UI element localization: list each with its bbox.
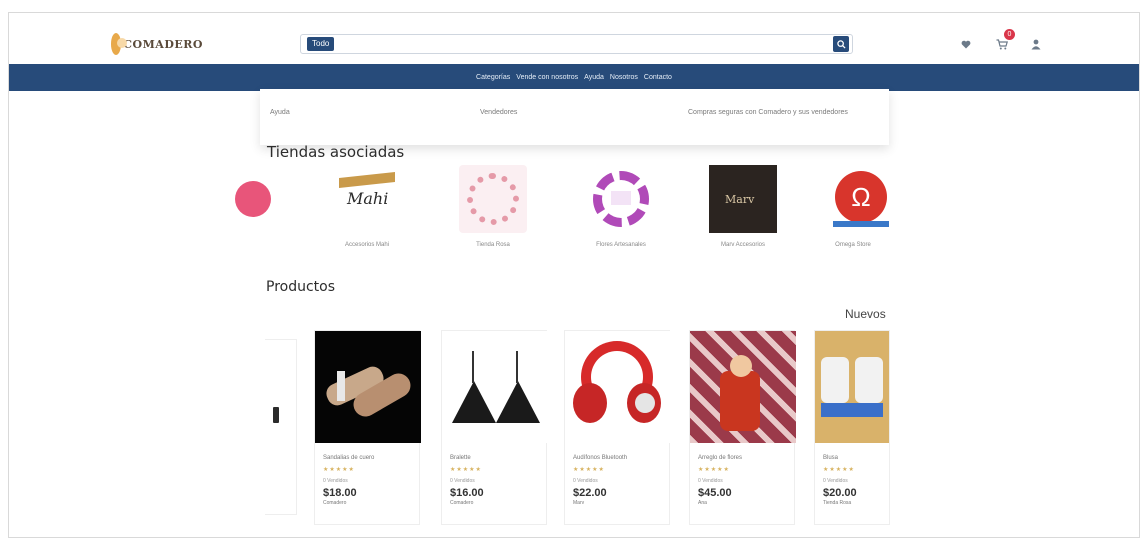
product-price: $20.00: [823, 487, 857, 499]
store-name: Accesorios Mahi: [344, 242, 389, 248]
product-card[interactable]: Audífonos Bluetooth ★★★★★ 0 Vendidos $22…: [564, 330, 671, 525]
browser-frame: COMADERO Todo 0 Categorías Vende con nos…: [8, 12, 1140, 538]
product-sold: 0 Vendidos: [698, 478, 723, 484]
product-rating: ★★★★★: [450, 467, 482, 473]
product-name: Audífonos Bluetooth: [573, 455, 628, 461]
product-rating: ★★★★★: [323, 467, 355, 473]
nav-item-nosotros[interactable]: Nosotros: [610, 74, 638, 81]
search-scope-select[interactable]: Todo: [307, 37, 335, 51]
store-logo: [587, 165, 655, 233]
product-price: $22.00: [573, 487, 607, 499]
product-image: [315, 331, 421, 443]
product-sold: 0 Vendidos: [323, 478, 348, 484]
stores-title: Tiendas asociadas: [267, 143, 405, 161]
cart-button[interactable]: 0: [995, 29, 1015, 51]
product-seller: Tienda Rosa: [823, 500, 852, 506]
product-price: $16.00: [450, 487, 484, 499]
product-card[interactable]: Arreglo de flores ★★★★★ 0 Vendidos $45.0…: [689, 330, 796, 525]
product-price: $18.00: [323, 487, 357, 499]
store-card[interactable]: Flores Artesanales: [579, 165, 663, 249]
product-name: Sandalias de cuero: [323, 455, 375, 461]
store-logo: Marv: [709, 165, 777, 233]
info-card-text-3: Compras seguras con Comadero y sus vende…: [688, 109, 848, 116]
store-card[interactable]: [229, 165, 277, 233]
products-title: Productos: [266, 279, 336, 295]
info-card: Ayuda Vendedores Compras seguras con Com…: [260, 89, 889, 145]
cart-icon: [996, 38, 1008, 49]
product-sold: 0 Vendidos: [823, 478, 848, 484]
product-seller: Comadero: [450, 500, 474, 506]
site-logo[interactable]: COMADERO: [111, 33, 203, 55]
store-logo: [229, 165, 277, 233]
search-input[interactable]: [334, 35, 833, 53]
product-card[interactable]: Bralette ★★★★★ 0 Vendidos $16.00 Comader…: [441, 330, 548, 525]
store-name: Marv Accesorios: [720, 242, 765, 248]
nav-item-contacto[interactable]: Contacto: [644, 74, 672, 81]
main-nav: Categorías Vende con nosotros Ayuda Noso…: [9, 64, 1139, 91]
product-image: [442, 331, 548, 443]
product-seller: Ana: [698, 500, 707, 506]
product-sold: 0 Vendidos: [573, 478, 598, 484]
search-bar: Todo: [300, 34, 853, 54]
store-name: Omega Store: [835, 242, 871, 248]
nav-item-categorias[interactable]: Categorías: [476, 74, 510, 81]
product-image: [565, 331, 671, 443]
store-name: Flores Artesanales: [596, 242, 646, 248]
info-card-text-2: Vendedores: [480, 109, 518, 116]
nav-item-ayuda[interactable]: Ayuda: [584, 74, 604, 81]
product-sold: 0 Vendidos: [450, 478, 475, 484]
product-card-partial[interactable]: [265, 339, 297, 529]
logo-text: COMADERO: [123, 37, 203, 51]
product-image: [690, 331, 796, 443]
store-card[interactable]: Mahi Accesorios Mahi: [325, 165, 409, 249]
store-name: Tienda Rosa: [476, 242, 510, 248]
product-card[interactable]: Sandalias de cuero ★★★★★ 0 Vendidos $18.…: [314, 330, 421, 525]
user-icon[interactable]: [1029, 37, 1043, 51]
site-header: COMADERO Todo 0: [9, 13, 1139, 63]
product-name: Bralette: [450, 455, 471, 461]
product-seller: Marv: [573, 500, 585, 506]
product-price: $45.00: [698, 487, 732, 499]
store-logo: [459, 165, 527, 233]
store-card[interactable]: Tienda Rosa: [451, 165, 535, 249]
product-rating: ★★★★★: [573, 467, 605, 473]
search-button[interactable]: [833, 36, 849, 52]
store-card[interactable]: Marv Marv Accesorios: [701, 165, 785, 249]
nav-item-vende[interactable]: Vende con nosotros: [516, 74, 578, 81]
product-image: [815, 331, 889, 443]
search-icon: [836, 39, 846, 49]
product-seller: Comadero: [323, 500, 347, 506]
product-name: Arreglo de flores: [698, 455, 743, 461]
product-rating: ★★★★★: [823, 467, 855, 473]
store-logo: Ω: [827, 165, 891, 233]
product-card[interactable]: Blusa ★★★★★ 0 Vendidos $20.00 Tienda Ros…: [814, 330, 890, 525]
tab-nuevos[interactable]: Nuevos: [845, 307, 886, 321]
cart-count-badge: 0: [1004, 29, 1015, 40]
store-logo: Mahi: [333, 165, 401, 233]
logo-mark-icon: [111, 33, 128, 55]
heart-icon[interactable]: [959, 37, 973, 51]
product-name: Blusa: [823, 455, 839, 461]
product-rating: ★★★★★: [698, 467, 730, 473]
store-card[interactable]: Ω Omega Store: [815, 165, 891, 249]
info-card-text-1: Ayuda: [270, 109, 290, 116]
